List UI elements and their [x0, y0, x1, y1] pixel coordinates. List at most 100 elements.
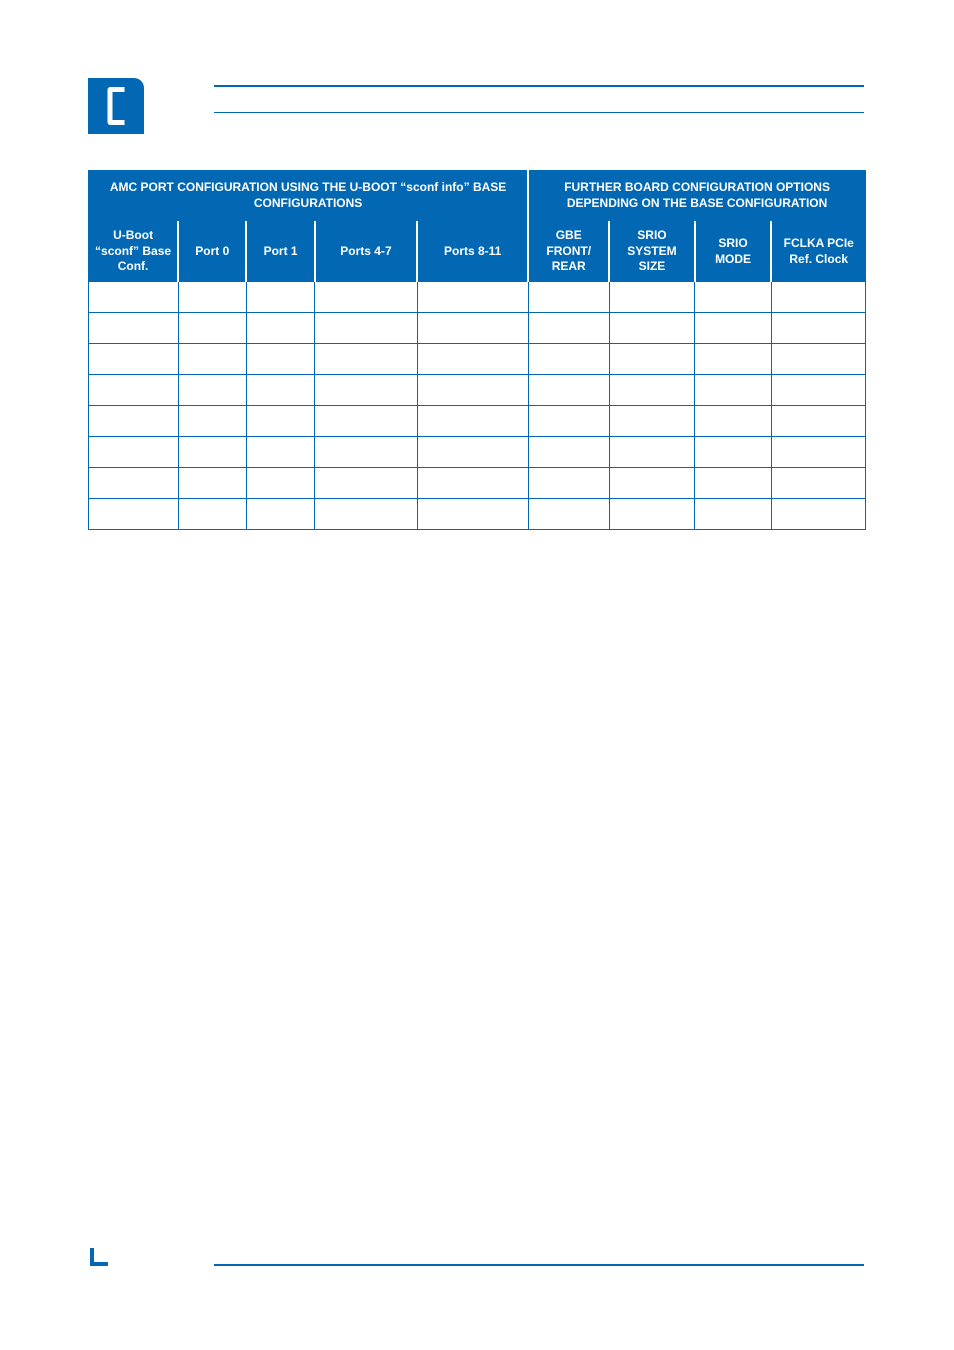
- cell: [528, 312, 609, 343]
- header-rule-thick: [214, 85, 864, 87]
- table-header-sub-row: U-Boot “sconf” Base Conf. Port 0 Port 1 …: [89, 222, 866, 282]
- header-rule-thin: [214, 112, 864, 113]
- cell: [771, 467, 865, 498]
- brand-logo: [88, 78, 144, 134]
- cell: [246, 467, 314, 498]
- cell: [771, 498, 865, 529]
- cell: [771, 281, 865, 312]
- col-ports-4-7: Ports 4-7: [315, 222, 417, 282]
- col-fclka-pcie-ref-clock: FCLKA PCIe Ref. Clock: [771, 222, 865, 282]
- cell: [528, 467, 609, 498]
- cell: [246, 498, 314, 529]
- cell: [609, 436, 694, 467]
- cell: [89, 281, 179, 312]
- cell: [89, 467, 179, 498]
- cell: [246, 405, 314, 436]
- cell: [89, 343, 179, 374]
- cell: [315, 281, 417, 312]
- cell: [89, 498, 179, 529]
- cell: [178, 498, 246, 529]
- cell: [315, 343, 417, 374]
- cell: [417, 343, 528, 374]
- footer-corner-mark: [90, 1206, 108, 1266]
- cell: [315, 498, 417, 529]
- col-group-left: AMC PORT CONFIGURATION USING THE U-BOOT …: [89, 169, 529, 222]
- cell: [528, 405, 609, 436]
- table-row: [89, 436, 866, 467]
- cell: [609, 374, 694, 405]
- cell: [771, 405, 865, 436]
- cell: [178, 343, 246, 374]
- table-row: [89, 281, 866, 312]
- col-port-0: Port 0: [178, 222, 246, 282]
- cell: [89, 312, 179, 343]
- cell: [178, 281, 246, 312]
- cell: [89, 436, 179, 467]
- table-row: [89, 467, 866, 498]
- cell: [315, 374, 417, 405]
- cell: [178, 374, 246, 405]
- cell: [528, 281, 609, 312]
- cell: [246, 374, 314, 405]
- cell: [417, 405, 528, 436]
- cell: [246, 312, 314, 343]
- table-row: [89, 343, 866, 374]
- col-srio-system-size: SRIO SYSTEM SIZE: [609, 222, 694, 282]
- cell: [609, 343, 694, 374]
- cell: [417, 374, 528, 405]
- table-row: [89, 312, 866, 343]
- cell: [528, 374, 609, 405]
- cell: [695, 467, 772, 498]
- cell: [417, 281, 528, 312]
- cell: [695, 374, 772, 405]
- cell: [89, 405, 179, 436]
- cell: [771, 374, 865, 405]
- table-row: [89, 498, 866, 529]
- cell: [417, 467, 528, 498]
- cell: [771, 312, 865, 343]
- cell: [609, 312, 694, 343]
- cell: [695, 312, 772, 343]
- cell: [609, 498, 694, 529]
- cell: [246, 281, 314, 312]
- main-content: AMC PORT CONFIGURATION USING THE U-BOOT …: [88, 168, 866, 530]
- cell: [528, 343, 609, 374]
- cell: [178, 467, 246, 498]
- table-row: [89, 405, 866, 436]
- cell: [695, 436, 772, 467]
- cell: [528, 436, 609, 467]
- cell: [315, 405, 417, 436]
- cell: [246, 436, 314, 467]
- cell: [695, 498, 772, 529]
- cell: [315, 312, 417, 343]
- cell: [178, 312, 246, 343]
- cell: [178, 436, 246, 467]
- cell: [695, 281, 772, 312]
- cell: [771, 436, 865, 467]
- col-group-right: FURTHER BOARD CONFIGURATION OPTIONS DEPE…: [528, 169, 865, 222]
- cell: [695, 343, 772, 374]
- cell: [178, 405, 246, 436]
- cell: [417, 436, 528, 467]
- table-body: [89, 281, 866, 529]
- cell: [315, 436, 417, 467]
- cell: [315, 467, 417, 498]
- cell: [609, 467, 694, 498]
- cell: [89, 374, 179, 405]
- table-row: [89, 374, 866, 405]
- cell: [417, 498, 528, 529]
- cell: [609, 281, 694, 312]
- cell: [609, 405, 694, 436]
- table-header-group-row: AMC PORT CONFIGURATION USING THE U-BOOT …: [89, 169, 866, 222]
- cell: [528, 498, 609, 529]
- cell: [695, 405, 772, 436]
- col-port-1: Port 1: [246, 222, 314, 282]
- cell: [246, 343, 314, 374]
- cell: [417, 312, 528, 343]
- col-srio-mode: SRIO MODE: [695, 222, 772, 282]
- col-gbe-front-rear: GBE FRONT/ REAR: [528, 222, 609, 282]
- cell: [771, 343, 865, 374]
- col-ports-8-11: Ports 8-11: [417, 222, 528, 282]
- config-table: AMC PORT CONFIGURATION USING THE U-BOOT …: [88, 168, 866, 530]
- col-uboot-base-conf: U-Boot “sconf” Base Conf.: [89, 222, 179, 282]
